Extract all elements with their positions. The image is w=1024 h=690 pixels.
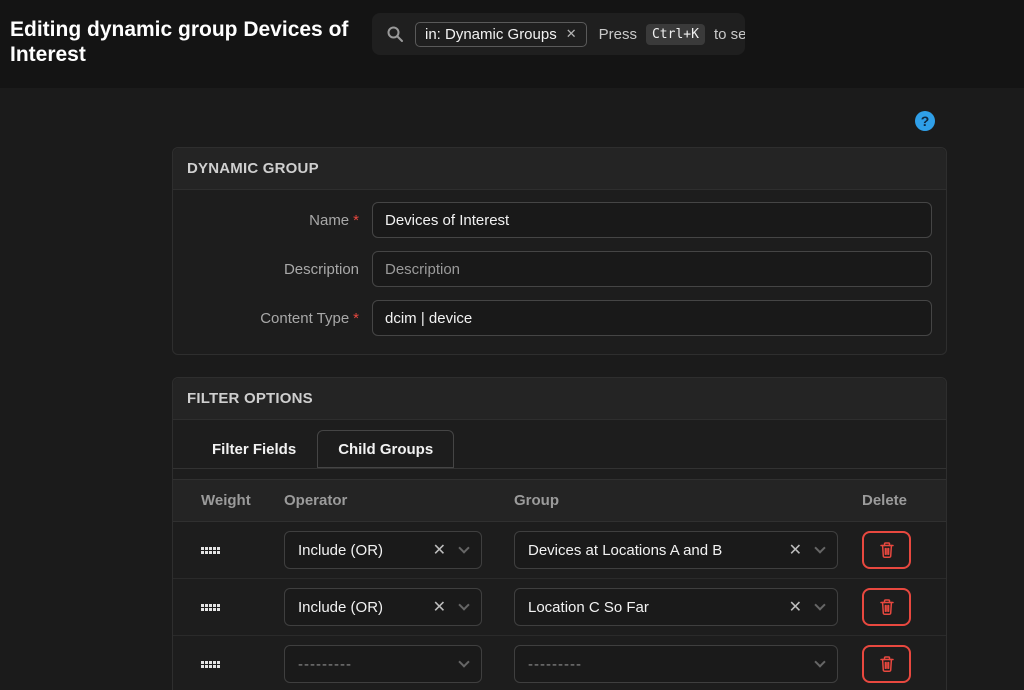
trash-icon: [879, 598, 895, 616]
operator-value: Include (OR): [298, 542, 433, 559]
column-header-weight: Weight: [201, 492, 284, 509]
description-input[interactable]: [372, 251, 932, 287]
clear-selection-icon[interactable]: ✕: [789, 540, 802, 560]
drag-handle-icon[interactable]: [201, 604, 220, 611]
name-input[interactable]: [372, 202, 932, 238]
search-hint-press: Press: [599, 26, 637, 43]
child-group-row: Include (OR) ✕ Location C So Far ✕: [173, 579, 946, 636]
operator-select[interactable]: ---------: [284, 645, 482, 683]
clear-selection-icon[interactable]: ✕: [433, 540, 446, 560]
child-group-row: --------- ---------: [173, 636, 946, 690]
group-select[interactable]: Location C So Far ✕: [514, 588, 838, 626]
tab-child-groups[interactable]: Child Groups: [317, 430, 454, 468]
operator-select[interactable]: Include (OR) ✕: [284, 588, 482, 626]
column-header-delete: Delete: [862, 492, 918, 509]
operator-value: Include (OR): [298, 599, 433, 616]
chevron-down-icon[interactable]: [458, 542, 469, 553]
name-label-text: Name: [309, 212, 349, 229]
trash-icon: [879, 541, 895, 559]
column-header-operator: Operator: [284, 492, 514, 509]
required-asterisk: *: [353, 212, 359, 229]
main-content: ? DYNAMIC GROUP Name* Description Conten…: [0, 88, 1024, 690]
search-hint-suffix: to se: [714, 26, 745, 43]
group-select[interactable]: ---------: [514, 645, 838, 683]
name-label: Name*: [173, 212, 359, 229]
chevron-down-icon[interactable]: [814, 656, 825, 667]
column-header-group: Group: [514, 492, 862, 509]
delete-row-button[interactable]: [862, 645, 911, 683]
operator-select[interactable]: Include (OR) ✕: [284, 531, 482, 569]
filter-options-panel: FILTER OPTIONS Filter Fields Child Group…: [172, 377, 947, 690]
delete-row-button[interactable]: [862, 531, 911, 569]
delete-row-button[interactable]: [862, 588, 911, 626]
filter-tabs: Filter Fields Child Groups: [173, 430, 946, 469]
page-title: Editing dynamic group Devices of Interes…: [10, 17, 372, 67]
group-select[interactable]: Devices at Locations A and B ✕: [514, 531, 838, 569]
chevron-down-icon[interactable]: [458, 656, 469, 667]
description-label-text: Description: [284, 261, 359, 278]
trash-icon: [879, 655, 895, 673]
clear-selection-icon[interactable]: ✕: [433, 597, 446, 617]
chip-remove-icon[interactable]: ✕: [566, 26, 577, 42]
group-value: Location C So Far: [528, 599, 789, 616]
filter-options-panel-title: FILTER OPTIONS: [173, 378, 946, 420]
child-groups-table-header: Weight Operator Group Delete: [173, 479, 946, 522]
content-type-label-text: Content Type: [260, 310, 349, 327]
dynamic-group-panel: DYNAMIC GROUP Name* Description Content …: [172, 147, 947, 355]
help-icon[interactable]: ?: [915, 111, 935, 131]
dynamic-group-panel-title: DYNAMIC GROUP: [173, 148, 946, 190]
content-type-field-row: Content Type*: [173, 300, 946, 336]
chevron-down-icon[interactable]: [458, 599, 469, 610]
content-type-input[interactable]: [372, 300, 932, 336]
group-value: Devices at Locations A and B: [528, 542, 789, 559]
name-field-row: Name*: [173, 202, 946, 238]
clear-selection-icon[interactable]: ✕: [789, 597, 802, 617]
required-asterisk: *: [353, 310, 359, 327]
search-filter-chip[interactable]: in: Dynamic Groups ✕: [415, 22, 587, 47]
operator-placeholder: ---------: [298, 656, 460, 673]
chevron-down-icon[interactable]: [814, 542, 825, 553]
tab-filter-fields[interactable]: Filter Fields: [191, 430, 317, 468]
description-field-row: Description: [173, 251, 946, 287]
search-kbd-shortcut: Ctrl+K: [646, 24, 705, 45]
search-filter-chip-label: in: Dynamic Groups: [425, 26, 557, 43]
chevron-down-icon[interactable]: [814, 599, 825, 610]
global-search-input[interactable]: in: Dynamic Groups ✕ Press Ctrl+K to se: [372, 13, 745, 55]
content-type-label: Content Type*: [173, 310, 359, 327]
group-placeholder: ---------: [528, 656, 816, 673]
child-group-row: Include (OR) ✕ Devices at Locations A an…: [173, 522, 946, 579]
drag-handle-icon[interactable]: [201, 661, 220, 668]
drag-handle-icon[interactable]: [201, 547, 220, 554]
top-header: Editing dynamic group Devices of Interes…: [0, 0, 1024, 88]
description-label: Description: [173, 261, 359, 278]
search-icon: [386, 25, 404, 43]
